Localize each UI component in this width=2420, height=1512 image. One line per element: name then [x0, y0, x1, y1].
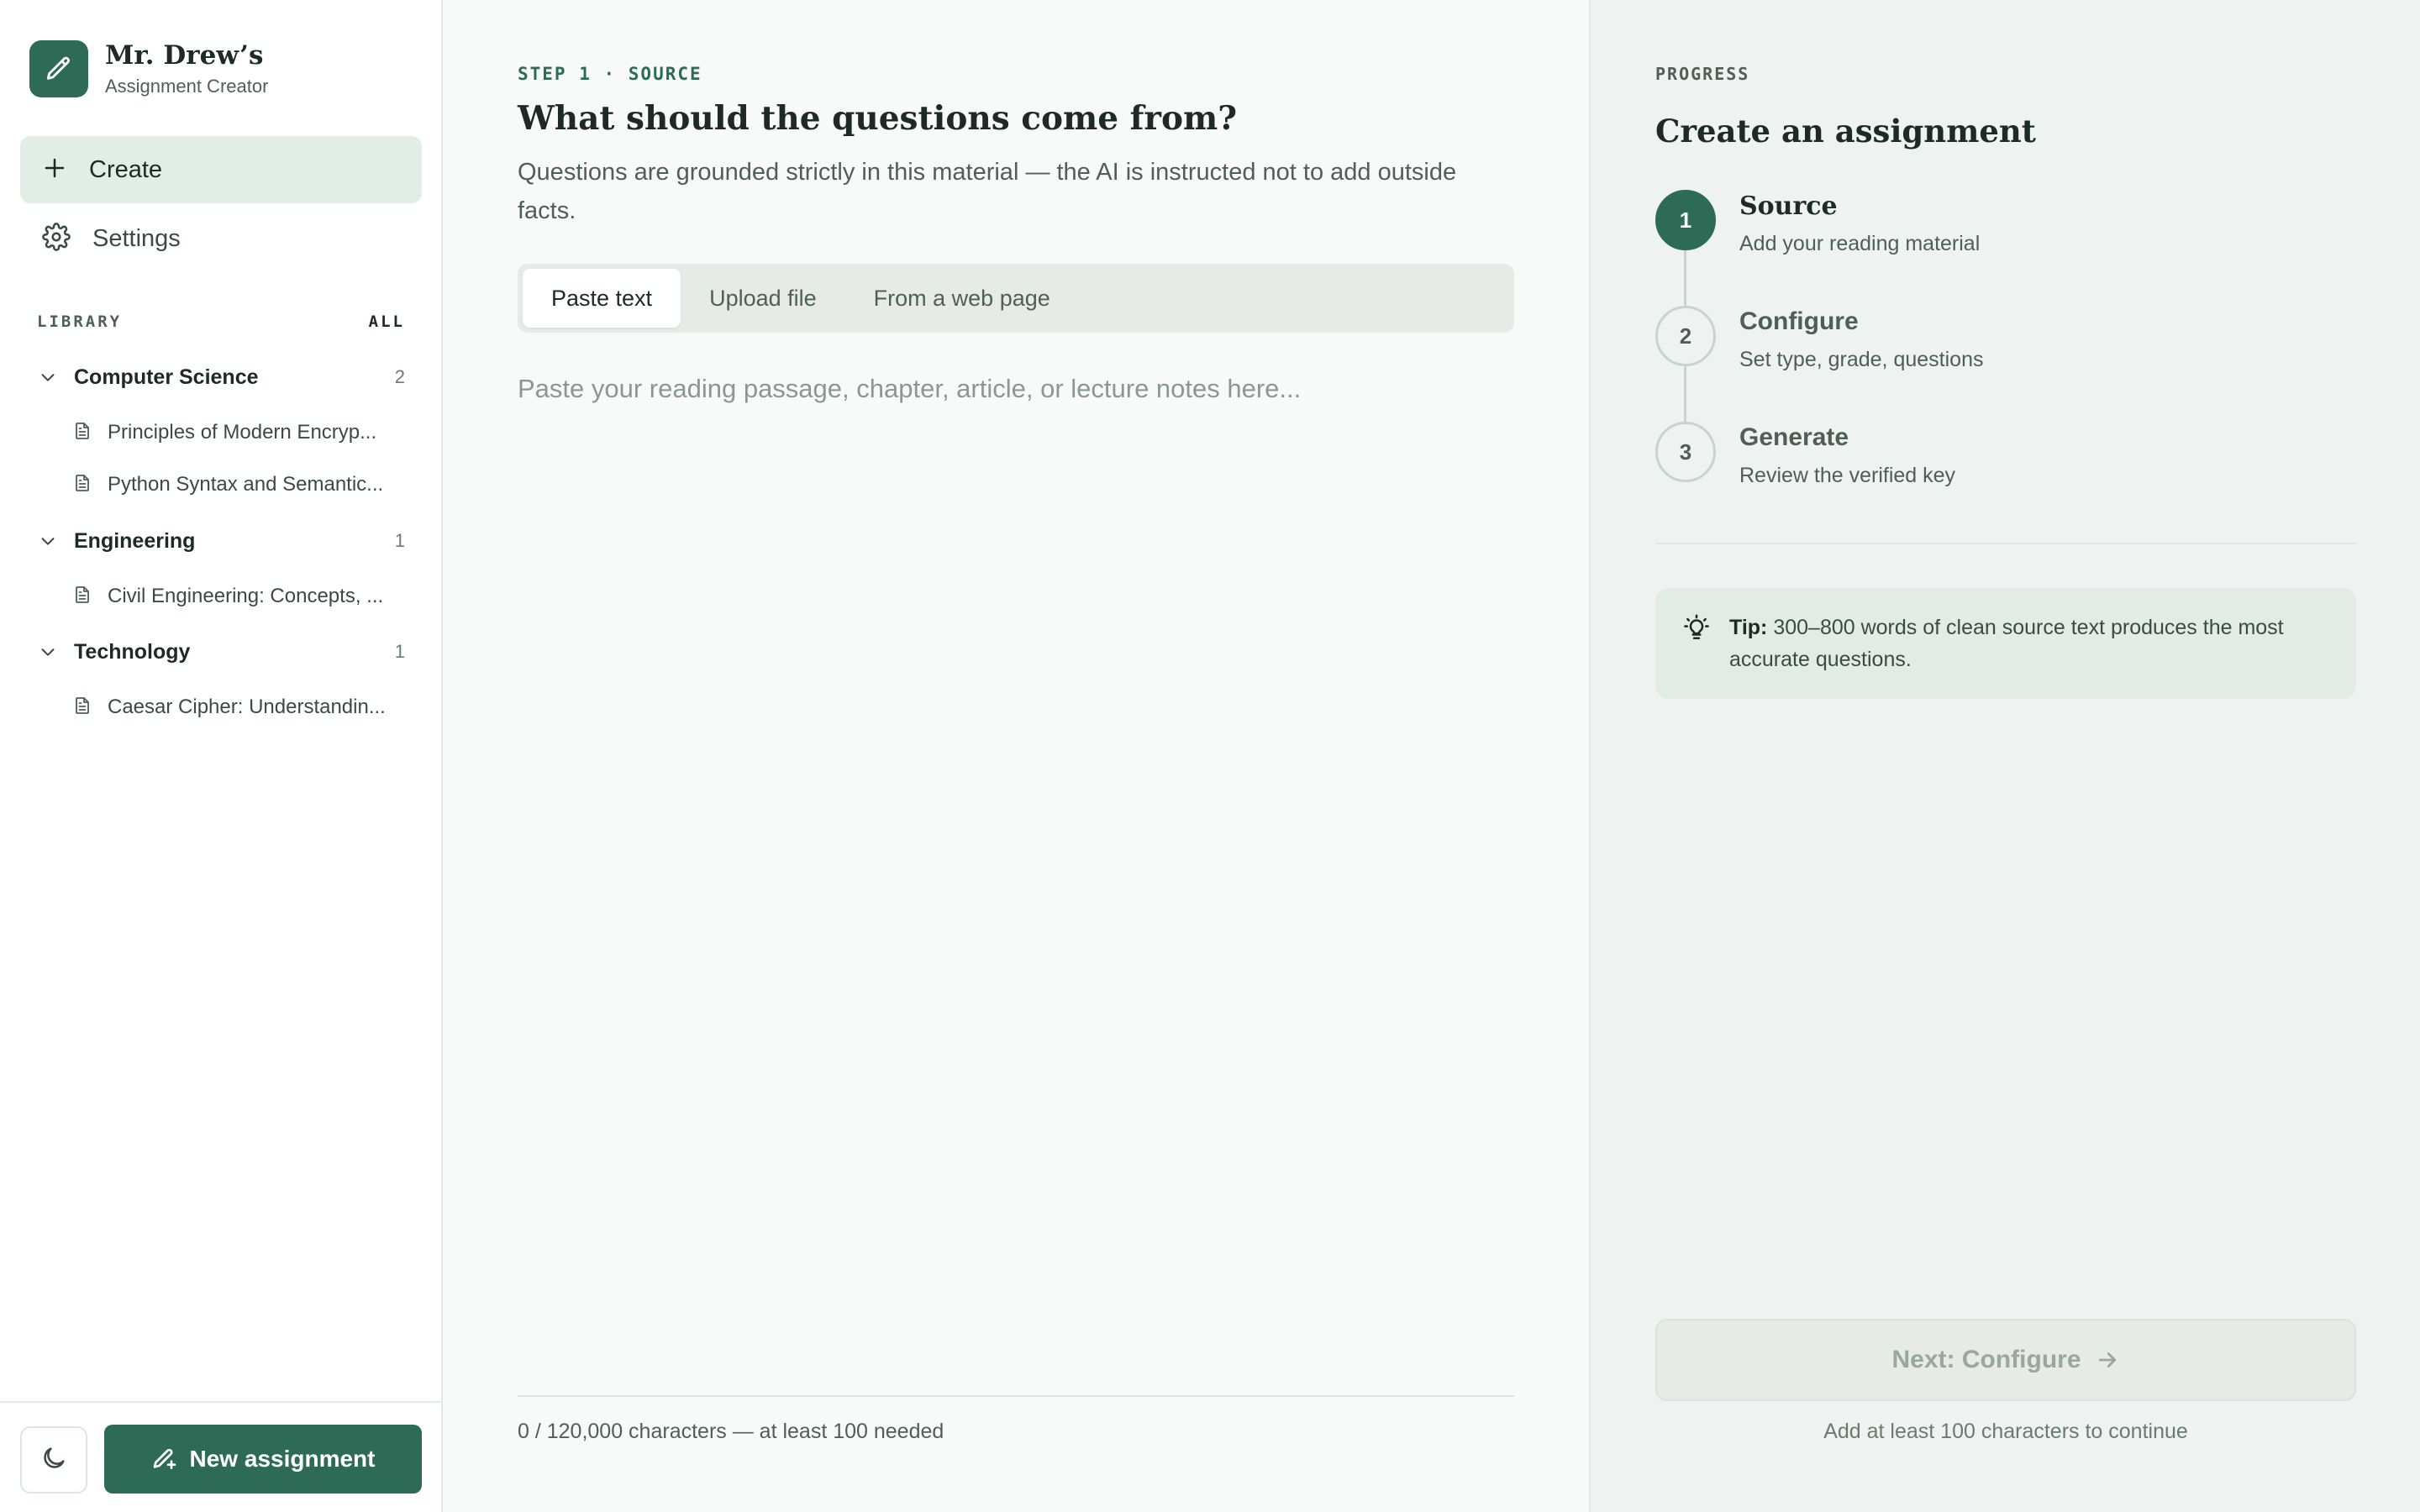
tab-web-page[interactable]: From a web page [845, 269, 1079, 328]
step-label: STEP 1 · SOURCE [518, 64, 702, 84]
new-assignment-label: New assignment [189, 1446, 376, 1472]
library-category[interactable]: Engineering 1 [37, 517, 405, 564]
moon-icon [39, 1444, 68, 1477]
tip-text: Tip: 300–800 words of clean source text … [1729, 612, 2329, 675]
main-panel: STEP 1 · SOURCE What should the question… [445, 0, 1589, 1512]
document-title: Principles of Modern Encryp... [108, 421, 377, 444]
brand[interactable]: Mr. Drew’s Assignment Creator [29, 39, 268, 99]
sidebar: Mr. Drew’s Assignment Creator Create Set… [0, 0, 443, 1512]
nav-create[interactable]: Create [20, 136, 422, 203]
step-description: Set type, grade, questions [1739, 348, 1984, 371]
next-button-label: Next: Configure [1891, 1346, 2081, 1373]
divider [518, 1395, 1514, 1397]
progress-panel: PROGRESS Create an assignment 1 Source A… [1589, 0, 2420, 1512]
library-category[interactable]: Computer Science 2 [37, 354, 405, 401]
tab-paste-text[interactable]: Paste text [523, 269, 681, 328]
category-count: 1 [394, 641, 405, 662]
library-document[interactable]: Principles of Modern Encryp... [72, 409, 408, 456]
step-description: Review the verified key [1739, 464, 1956, 487]
theme-toggle-button[interactable] [20, 1426, 87, 1494]
progress-title: Create an assignment [1655, 113, 2036, 150]
library-header: LIBRARY ALL [37, 312, 405, 331]
nav-settings[interactable]: Settings [20, 205, 422, 272]
document-title: Caesar Cipher: Understandin... [108, 696, 386, 718]
step-name: Source [1739, 192, 1838, 221]
category-name: Engineering [74, 528, 196, 553]
step-number: 1 [1655, 190, 1716, 250]
document-icon [72, 695, 92, 721]
step-number: 3 [1655, 422, 1716, 482]
pencil-plus-icon [153, 1448, 176, 1469]
tip-label: Tip: [1729, 616, 1768, 639]
sidebar-footer: New assignment [0, 1401, 443, 1512]
chevron-down-icon [37, 368, 59, 386]
step-name: Generate [1739, 423, 1849, 451]
arrow-right-icon [2098, 1352, 2116, 1368]
library-document[interactable]: Caesar Cipher: Understandin... [72, 684, 408, 731]
tab-upload-file[interactable]: Upload file [681, 269, 845, 328]
source-tabs: Paste text Upload file From a web page [518, 264, 1514, 333]
character-count: 0 / 120,000 characters — at least 100 ne… [518, 1420, 944, 1443]
category-count: 1 [394, 530, 405, 551]
page-title: What should the questions come from? [518, 99, 1238, 138]
nav-create-label: Create [89, 155, 163, 183]
library-document[interactable]: Python Syntax and Semantic... [72, 461, 408, 508]
next-configure-button[interactable]: Next: Configure [1655, 1319, 2356, 1401]
pencil-icon [29, 40, 88, 97]
step-name: Configure [1739, 307, 1859, 335]
category-count: 2 [394, 366, 405, 387]
divider [1655, 543, 2356, 544]
chevron-down-icon [37, 643, 59, 661]
document-title: Python Syntax and Semantic... [108, 473, 384, 496]
tip-box: Tip: 300–800 words of clean source text … [1655, 588, 2356, 699]
chevron-down-icon [37, 532, 59, 550]
tip-body: 300–800 words of clean source text produ… [1729, 616, 2284, 671]
document-icon [72, 420, 92, 446]
step-number: 2 [1655, 306, 1716, 366]
document-icon [72, 584, 92, 610]
gear-icon [42, 222, 71, 255]
step-connector [1684, 366, 1686, 422]
lightbulb-icon [1682, 613, 1711, 675]
source-text-input[interactable] [518, 370, 1514, 1378]
category-name: Computer Science [74, 365, 259, 389]
step-description: Add your reading material [1739, 232, 1981, 255]
library-document[interactable]: Civil Engineering: Concepts, ... [72, 573, 408, 620]
library-all-link[interactable]: ALL [369, 312, 405, 331]
category-name: Technology [74, 639, 191, 664]
brand-subtitle: Assignment Creator [105, 76, 269, 97]
progress-step-source: 1 Source Add your reading material [1655, 190, 2344, 282]
document-icon [72, 472, 92, 498]
library-category[interactable]: Technology 1 [37, 628, 405, 675]
document-title: Civil Engineering: Concepts, ... [108, 585, 384, 607]
plus-icon [42, 155, 67, 185]
nav-settings-label: Settings [92, 224, 181, 252]
brand-title: Mr. Drew’s [105, 40, 264, 71]
page-description: Questions are grounded strictly in this … [518, 159, 1457, 224]
progress-step-generate: 3 Generate Review the verified key [1655, 422, 2344, 514]
library-heading: LIBRARY [37, 312, 123, 331]
next-hint: Add at least 100 characters to continue [1823, 1420, 2188, 1443]
progress-label: PROGRESS [1655, 64, 1750, 84]
progress-step-configure: 2 Configure Set type, grade, questions [1655, 306, 2344, 398]
new-assignment-button[interactable]: New assignment [104, 1425, 422, 1494]
step-connector [1684, 250, 1686, 306]
